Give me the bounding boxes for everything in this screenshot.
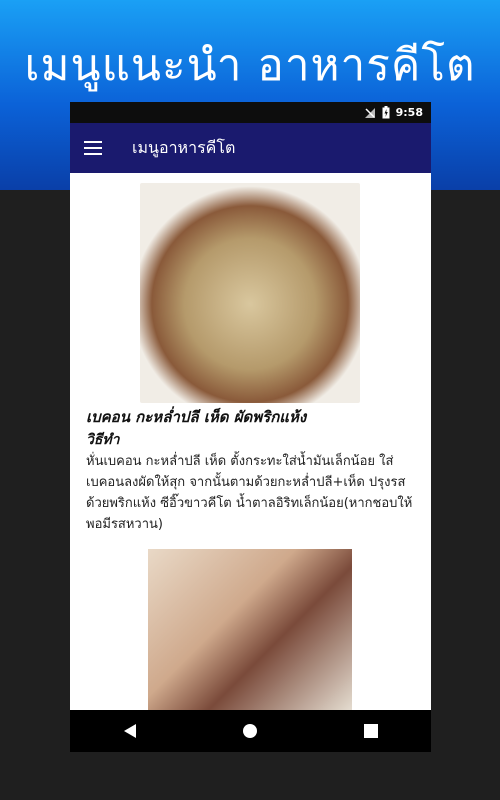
no-signal-icon: [364, 107, 376, 119]
status-time: 9:58: [395, 106, 423, 119]
promo-title: เมนูแนะนำ อาหารคีโต: [24, 40, 476, 91]
phone-screen: 9:58 เมนูอาหารคีโต เบคอน กะหล่ำปลี เห็ด …: [70, 102, 431, 752]
method-label: วิธีทำ: [86, 432, 120, 448]
recipe-photo-bacon-stirfry: [140, 183, 360, 403]
back-triangle-icon[interactable]: [110, 710, 150, 752]
hamburger-menu-icon[interactable]: [70, 123, 116, 173]
status-bar: 9:58: [70, 102, 431, 123]
system-nav-bar: [70, 710, 431, 752]
app-bar-title: เมนูอาหารคีโต: [132, 137, 236, 157]
recipe-content[interactable]: เบคอน กะหล่ำปลี เห็ด ผัดพริกแห้ง วิธีทำ …: [70, 173, 431, 710]
recipe-photo-breakfast: [148, 549, 352, 710]
home-circle-icon[interactable]: [230, 710, 270, 752]
app-bar: เมนูอาหารคีโต: [70, 123, 431, 173]
recipe-instructions: หั่นเบคอน กะหล่ำปลี เห็ด ตั้งกระทะใส่น้ำ…: [86, 454, 413, 532]
recents-square-icon[interactable]: [351, 710, 391, 752]
battery-charging-icon: [382, 106, 390, 119]
recipe-title: เบคอน กะหล่ำปลี เห็ด ผัดพริกแห้ง: [86, 408, 307, 426]
